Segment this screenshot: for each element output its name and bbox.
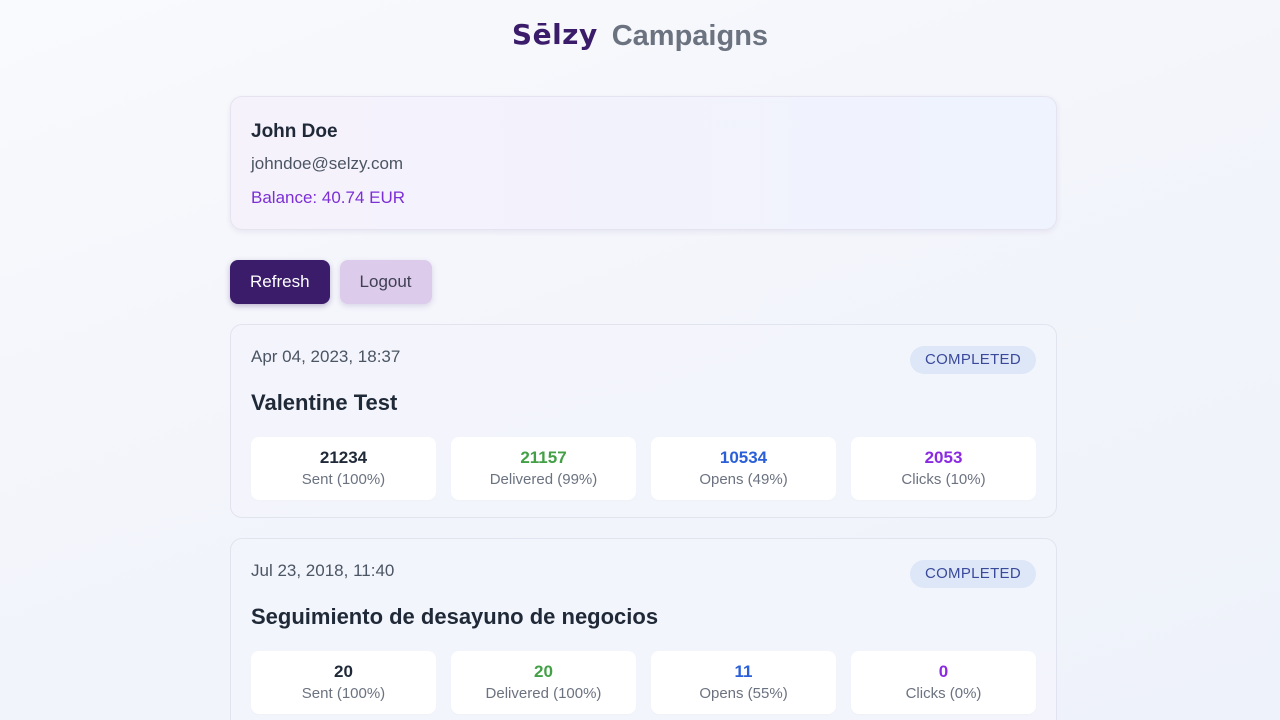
stat-clicks-value: 0 [938, 662, 949, 681]
stat-opens-label: Opens (55%) [699, 685, 788, 702]
campaign-title: Seguimiento de desayuno de negocios [251, 604, 659, 629]
campaign-card[interactable]: Jul 23, 2018, 11:40 COMPLETED Seguimient… [230, 538, 1057, 720]
stat-opens-value: 10534 [719, 448, 768, 467]
campaigns-page: Sēlzy Campaigns John Doe johndoe@selzy.c… [0, 0, 1280, 720]
status-badge: COMPLETED [909, 346, 1036, 374]
campaign-stats: 20 Sent (100%) 20 Delivered (100%) 11 Op… [251, 651, 1036, 714]
campaign-title: Valentine Test [251, 390, 398, 415]
stat-clicks-value: 2053 [924, 448, 963, 467]
stat-opens-value: 11 [734, 662, 753, 681]
campaign-card[interactable]: Apr 04, 2023, 18:37 COMPLETED Valentine … [230, 324, 1057, 518]
stat-opens-label: Opens (49%) [699, 471, 788, 488]
stat-sent-label: Sent (100%) [301, 471, 386, 488]
action-bar: Refresh Logout [230, 260, 1057, 304]
selzy-logo[interactable]: Sēlzy [512, 18, 598, 51]
stat-clicks: 0 Clicks (0%) [851, 651, 1036, 714]
campaign-stats: 21234 Sent (100%) 21157 Delivered (99%) … [251, 437, 1036, 500]
stat-sent-label: Sent (100%) [301, 685, 386, 702]
stat-delivered-label: Delivered (99%) [489, 471, 598, 488]
stat-sent-value: 20 [334, 662, 353, 681]
stat-clicks: 2053 Clicks (10%) [851, 437, 1036, 500]
stat-delivered: 20 Delivered (100%) [451, 651, 636, 714]
stat-delivered-label: Delivered (100%) [485, 685, 602, 702]
stat-clicks-label: Clicks (0%) [905, 685, 982, 702]
profile-card: John Doe johndoe@selzy.com Balance: 40.7… [230, 96, 1057, 230]
stat-clicks-label: Clicks (10%) [901, 471, 986, 488]
user-email: johndoe@selzy.com [251, 154, 404, 173]
stat-sent: 21234 Sent (100%) [251, 437, 436, 500]
stat-opens: 11 Opens (55%) [651, 651, 836, 714]
stat-sent-value: 21234 [319, 448, 368, 467]
refresh-button[interactable]: Refresh [230, 260, 330, 304]
logout-button[interactable]: Logout [339, 260, 432, 304]
stat-opens: 10534 Opens (49%) [651, 437, 836, 500]
stat-delivered: 21157 Delivered (99%) [451, 437, 636, 500]
stat-delivered-value: 20 [534, 662, 553, 681]
user-balance: Balance: 40.74 EUR [251, 188, 406, 207]
stat-delivered-value: 21157 [520, 448, 567, 467]
status-badge: COMPLETED [909, 560, 1036, 588]
page-header: Sēlzy Campaigns [0, 16, 1280, 56]
stat-sent: 20 Sent (100%) [251, 651, 436, 714]
user-name: John Doe [251, 121, 338, 142]
page-title: Campaigns [611, 19, 769, 52]
